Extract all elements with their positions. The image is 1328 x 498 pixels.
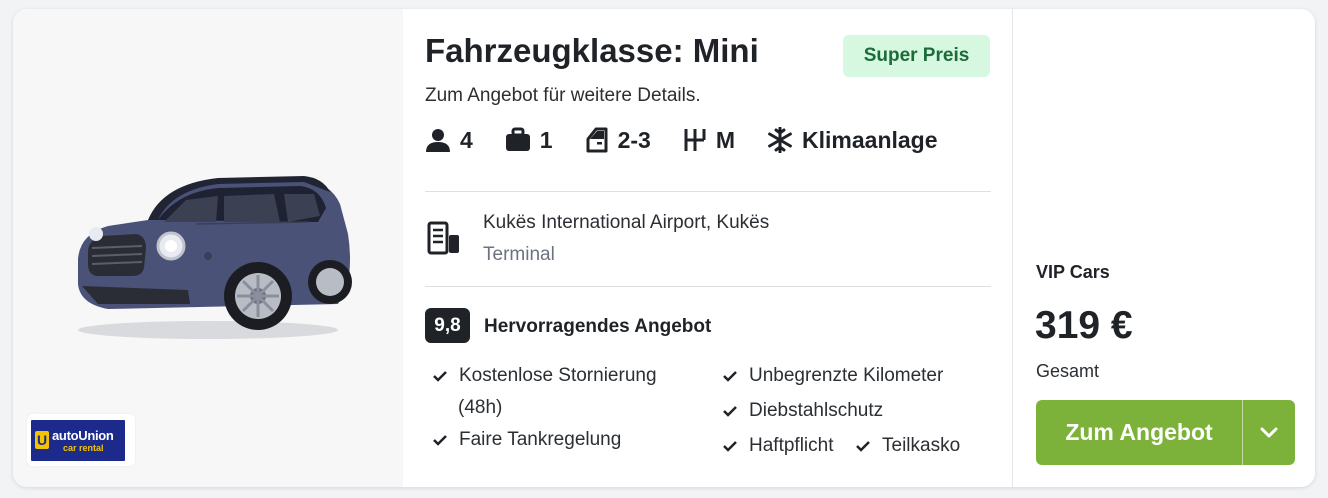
supplier-logo-mark: U (35, 431, 49, 449)
spec-transmission: M (683, 123, 735, 157)
view-offer-button[interactable]: Zum Angebot (1036, 400, 1242, 465)
car-image[interactable] (68, 164, 353, 344)
spec-ac: Klimaanlage (767, 123, 938, 157)
feature-label: Unbegrenzte Kilometer (749, 365, 944, 386)
feature-label: Haftpflicht (749, 435, 834, 456)
super-price-badge: Super Preis (843, 35, 990, 77)
spec-bags: 1 (505, 123, 553, 157)
supplier-logo-title: autoUnion (52, 428, 114, 443)
feature-label: Diebstahlschutz (749, 400, 884, 421)
checkmark-icon (723, 371, 737, 382)
checkmark-icon (433, 371, 447, 382)
offer-card[interactable]: U autoUnion car rental Fahrzeugklasse: M… (13, 9, 1315, 487)
airport-terminal-icon (427, 221, 459, 255)
rating-label: Hervorragendes Angebot (484, 316, 712, 337)
spec-seats: 4 (425, 123, 473, 157)
spec-doors: 2-3 (585, 123, 651, 157)
supplier-logo: U autoUnion car rental (27, 414, 135, 466)
spec-seats-value: 4 (460, 126, 473, 153)
offer-dropdown-button[interactable] (1243, 400, 1295, 465)
rating-score: 9,8 (425, 308, 470, 343)
feature-label: Faire Tankregelung (459, 429, 622, 450)
pickup-location-type: Terminal (483, 244, 555, 265)
feature-label: Kostenlose Stornierung (459, 365, 657, 386)
feature-label-continued: (48h) (458, 397, 503, 418)
checkmark-icon (433, 435, 447, 446)
suitcase-icon (505, 127, 530, 151)
person-icon (426, 129, 450, 152)
spec-doors-value: 2-3 (617, 126, 651, 153)
divider (425, 286, 991, 287)
spec-ac-value: Klimaanlage (802, 126, 938, 153)
vendor-name: VIP Cars (1036, 262, 1110, 282)
checkmark-icon (856, 441, 870, 452)
checkmark-icon (723, 406, 737, 417)
feature-liability: Haftpflicht (723, 435, 833, 457)
feature-label: Teilkasko (882, 435, 961, 456)
offer-cta: Zum Angebot (1036, 400, 1295, 465)
spec-transmission-value: M (715, 126, 736, 153)
car-image-panel: U autoUnion car rental (13, 9, 403, 487)
feature-free-cancellation: Kostenlose Stornierung (433, 365, 657, 387)
feature-theft-protection: Diebstahlschutz (723, 400, 883, 422)
pricing-panel: VIP Cars 319 € Gesamt Zum Angebot (1012, 9, 1315, 487)
car-class-title[interactable]: Fahrzeugklasse: Mini (425, 32, 759, 70)
checkmark-icon (723, 441, 737, 452)
car-specs: 4 1 2-3 M Klimaanlage (425, 123, 970, 157)
feature-fair-fuel: Faire Tankregelung (433, 429, 621, 451)
total-price: 319 € (1035, 304, 1133, 347)
snowflake-icon (768, 127, 792, 153)
gear-shift-icon (684, 129, 706, 151)
offer-details: Fahrzeugklasse: Mini Super Preis Zum Ang… (425, 9, 991, 487)
spec-bags-value: 1 (539, 126, 553, 153)
supplier-logo-subtitle: car rental (63, 443, 104, 453)
divider (425, 191, 991, 192)
pickup-location-name: Kukës International Airport, Kukës (483, 212, 770, 233)
chevron-down-icon (1260, 427, 1278, 437)
supplier-logo-badge: U autoUnion car rental (31, 420, 125, 461)
offer-subtitle: Zum Angebot für weitere Details. (425, 85, 701, 106)
feature-partial-coverage: Teilkasko (856, 435, 960, 457)
price-label: Gesamt (1036, 361, 1100, 381)
feature-unlimited-mileage: Unbegrenzte Kilometer (723, 365, 943, 387)
car-door-icon (586, 127, 608, 153)
